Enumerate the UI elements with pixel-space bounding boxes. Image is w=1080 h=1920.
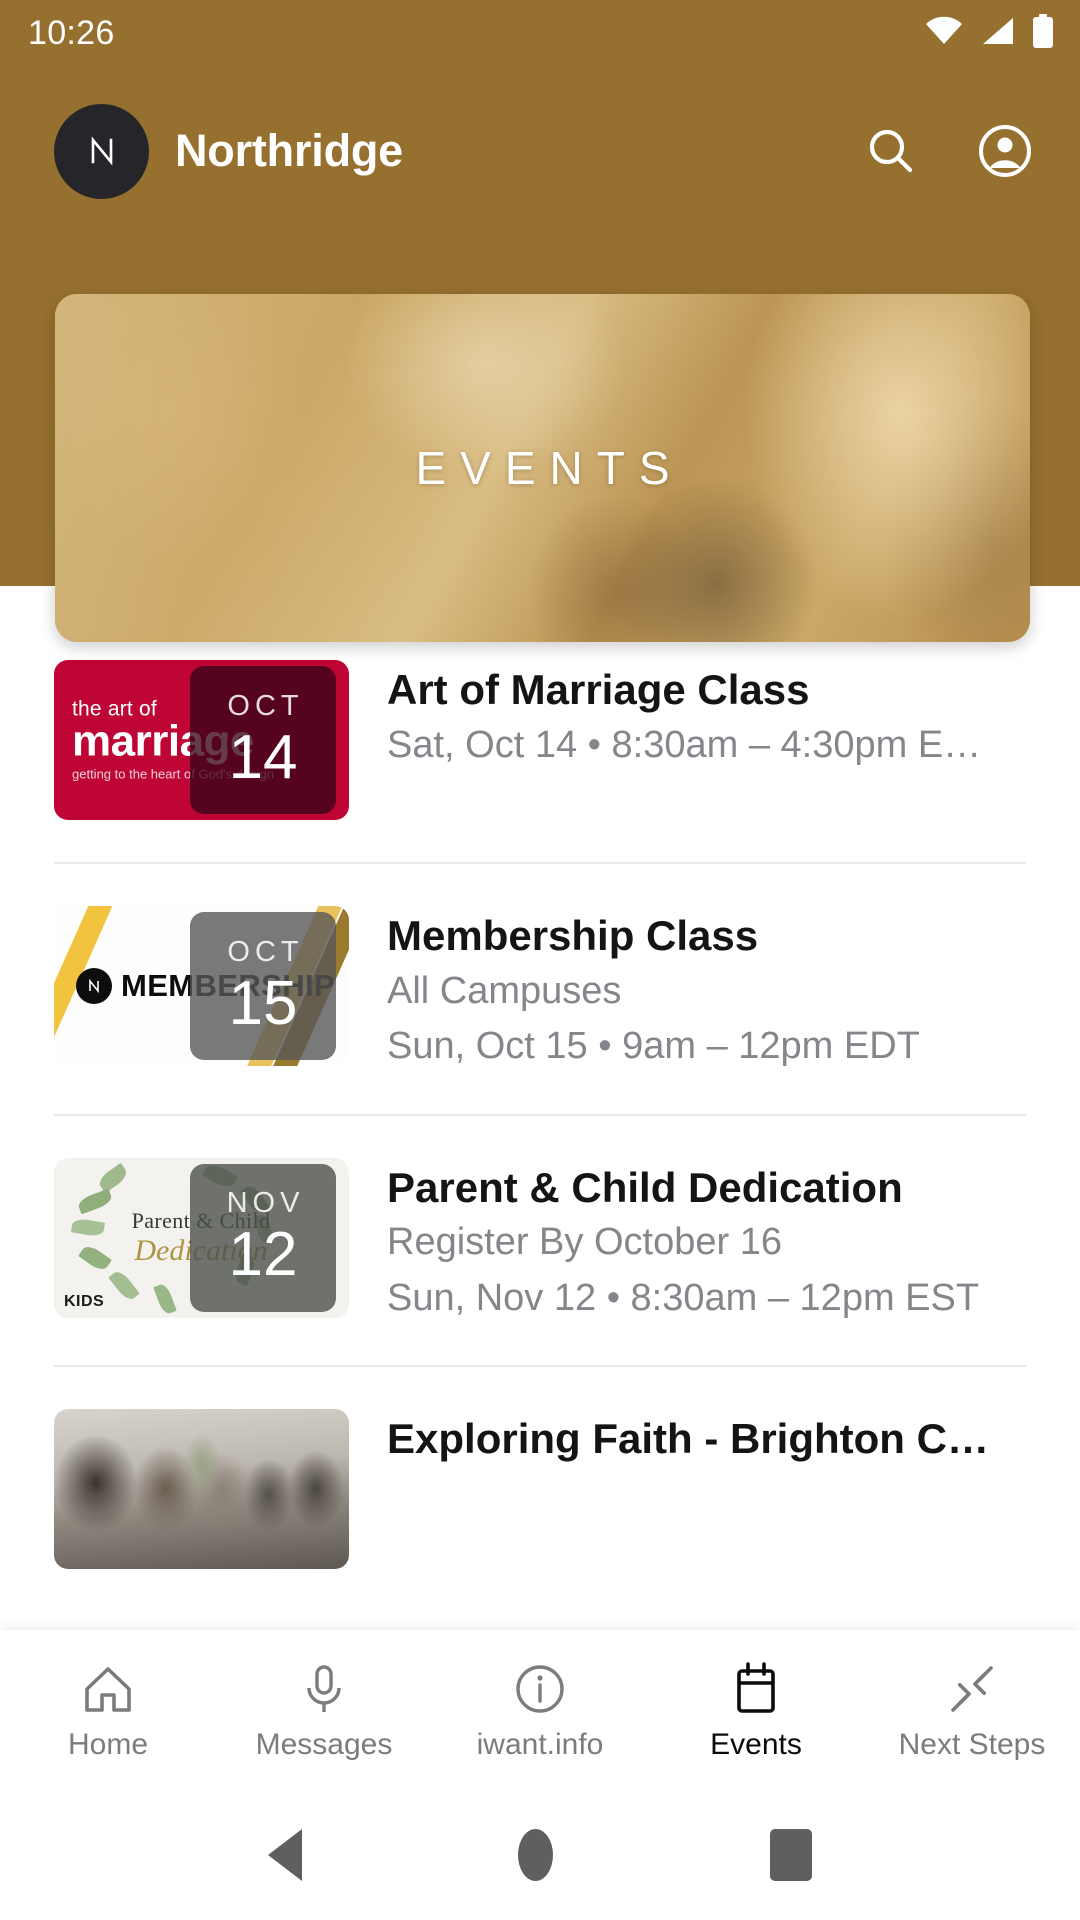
nav-label-events: Events xyxy=(710,1728,802,1761)
event-text-block: Parent & Child Dedication Register By Oc… xyxy=(387,1158,1026,1324)
search-icon[interactable] xyxy=(862,122,920,180)
event-list-item[interactable]: Exploring Faith - Brighton C… xyxy=(0,1409,1080,1569)
row-spacer xyxy=(0,1116,1080,1158)
event-subtitle: Sun, Nov 12 • 8:30am – 12pm EST xyxy=(387,1276,980,1319)
events-hero-banner[interactable]: EVENTS xyxy=(55,294,1030,642)
event-title: Art of Marriage Class xyxy=(387,666,810,713)
event-title: Membership Class xyxy=(387,912,759,959)
event-thumbnail: MEMBERSHIP OCT 15 xyxy=(54,906,349,1066)
nav-label-next-steps: Next Steps xyxy=(898,1728,1046,1761)
nav-tab-home[interactable]: Home xyxy=(0,1630,216,1790)
event-subtitle: Register By October 16 xyxy=(387,1221,782,1264)
nav-tab-events[interactable]: Events xyxy=(648,1630,864,1790)
brand-block: Northridge xyxy=(54,103,862,199)
microphone-icon xyxy=(297,1660,351,1716)
home-button[interactable] xyxy=(518,1829,554,1881)
event-thumbnail: the art of marriage getting to the heart… xyxy=(54,660,349,820)
row-spacer xyxy=(0,864,1080,906)
event-subtitle: Sat, Oct 14 • 8:30am – 4:30pm E… xyxy=(387,723,982,766)
page-title: Northridge xyxy=(175,125,403,176)
bottom-navigation-bar: Home Messages iwant.info Events Next Ste… xyxy=(0,1630,1080,1790)
row-spacer xyxy=(0,820,1080,862)
event-text-block: Membership Class All Campuses Sun, Oct 1… xyxy=(387,906,1026,1072)
home-icon xyxy=(81,1660,135,1716)
northridge-logo-icon xyxy=(54,103,149,199)
event-date-badge: OCT 14 xyxy=(190,666,336,814)
cellular-signal-icon xyxy=(981,16,1015,51)
event-text-block: Art of Marriage Class Sat, Oct 14 • 8:30… xyxy=(387,660,1026,770)
nav-label-home: Home xyxy=(67,1728,149,1761)
kids-logo-label: KIDS xyxy=(64,1292,105,1310)
nav-tab-iwant-info[interactable]: iwant.info xyxy=(432,1630,648,1790)
nav-label-messages: Messages xyxy=(255,1728,393,1761)
battery-icon xyxy=(1032,13,1054,53)
badge-month: OCT xyxy=(227,935,304,968)
badge-day: 12 xyxy=(228,1220,298,1289)
event-date-badge: NOV 12 xyxy=(190,1163,336,1312)
event-thumbnail: Parent & Child Dedication KIDS NOV 12 xyxy=(54,1157,349,1318)
arrows-in-icon xyxy=(945,1660,999,1716)
back-button[interactable] xyxy=(268,1829,303,1881)
event-thumbnail xyxy=(54,1409,349,1569)
recents-button[interactable] xyxy=(769,1829,812,1881)
leaf-decoration xyxy=(153,1282,177,1315)
row-spacer xyxy=(0,1367,1080,1409)
northridge-mark-icon xyxy=(76,968,112,1004)
calendar-icon xyxy=(729,1660,783,1716)
header-actions xyxy=(862,122,1034,180)
event-title: Parent & Child Dedication xyxy=(387,1163,903,1211)
row-spacer xyxy=(0,1072,1080,1114)
plant-decoration xyxy=(176,1421,228,1507)
event-list-item[interactable]: the art of marriage getting to the heart… xyxy=(0,660,1080,820)
event-date-badge: OCT 15 xyxy=(190,912,336,1060)
account-circle-icon[interactable] xyxy=(976,122,1034,180)
status-bar-icons xyxy=(924,13,1054,53)
hero-title: EVENTS xyxy=(415,442,684,494)
event-list-item[interactable]: Parent & Child Dedication KIDS NOV 12 Pa… xyxy=(0,1157,1080,1324)
leaf-decoration xyxy=(70,1216,106,1238)
nav-label-iwant-info: iwant.info xyxy=(476,1728,604,1761)
event-list-item[interactable]: MEMBERSHIP OCT 15 Membership Class All C… xyxy=(0,906,1080,1072)
nav-tab-messages[interactable]: Messages xyxy=(216,1630,432,1790)
badge-day: 14 xyxy=(228,722,298,792)
info-circle-icon xyxy=(513,1660,567,1716)
app-header: Northridge xyxy=(0,92,1080,210)
status-bar: 10:26 xyxy=(0,0,1080,66)
leaf-decoration xyxy=(96,1162,130,1193)
row-spacer xyxy=(0,1323,1080,1365)
status-bar-clock: 10:26 xyxy=(28,14,115,52)
event-subtitle: Sun, Oct 15 • 9am – 12pm EDT xyxy=(387,1025,920,1068)
event-text-block: Exploring Faith - Brighton C… xyxy=(387,1409,1026,1464)
android-system-navigation xyxy=(0,1790,1080,1920)
event-title: Exploring Faith - Brighton C… xyxy=(387,1415,989,1462)
nav-tab-next-steps[interactable]: Next Steps xyxy=(864,1630,1080,1790)
event-subtitle: All Campuses xyxy=(387,969,622,1012)
badge-day: 15 xyxy=(228,968,298,1038)
badge-month: NOV xyxy=(226,1187,305,1219)
badge-month: OCT xyxy=(227,689,304,722)
leaf-decoration xyxy=(108,1267,140,1303)
events-list[interactable]: the art of marriage getting to the heart… xyxy=(0,660,1080,1660)
wifi-icon xyxy=(924,16,964,51)
